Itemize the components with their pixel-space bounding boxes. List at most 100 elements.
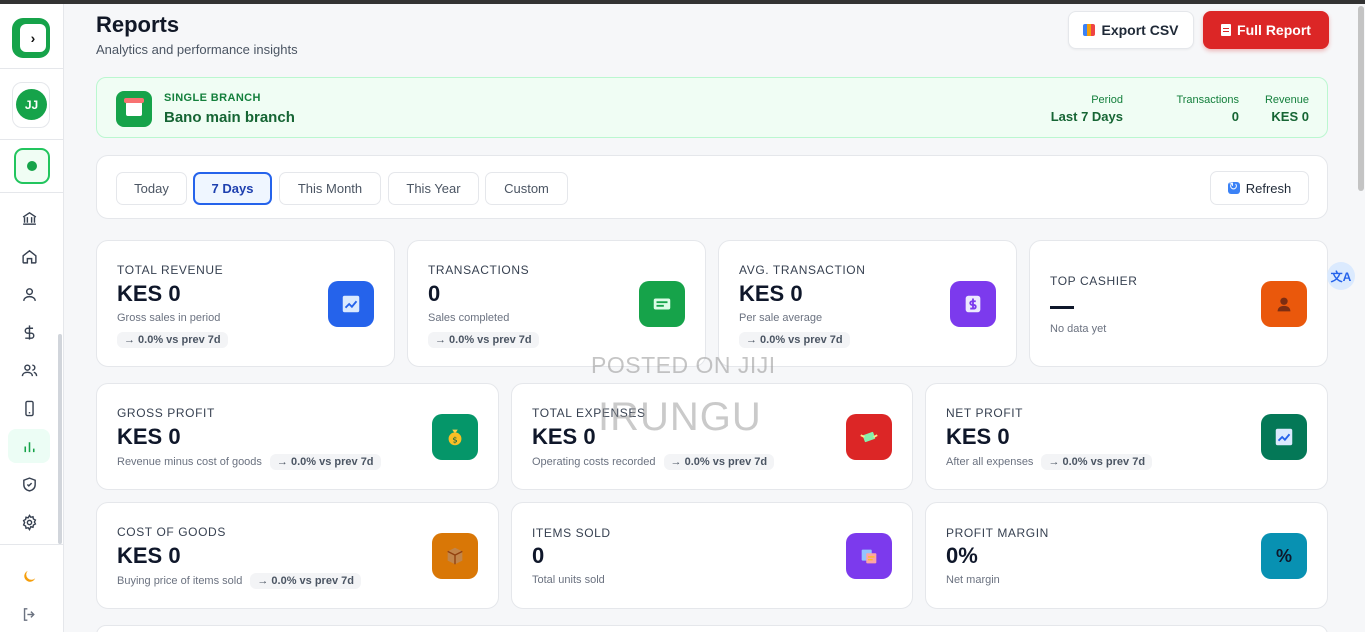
stat-card-profit-margin: PROFIT MARGIN 0% Net margin % xyxy=(925,502,1328,609)
card-subtitle: No data yet xyxy=(1050,323,1107,335)
card-value: 0% xyxy=(946,543,978,568)
stat-card-transactions: TRANSACTIONS 0 Sales completed → 0.0% vs… xyxy=(407,240,706,367)
package-icon xyxy=(432,533,478,579)
card-subtitle: Sales completed xyxy=(428,312,510,324)
export-csv-button[interactable]: Export CSV xyxy=(1068,11,1194,49)
refresh-button[interactable]: Refresh xyxy=(1210,171,1309,205)
dollar-icon xyxy=(24,324,34,340)
sidebar-item-home[interactable] xyxy=(8,239,50,273)
card-label: NET PROFIT xyxy=(946,406,1024,420)
sidebar-item-settings[interactable] xyxy=(8,505,50,539)
card-label: COST OF GOODS xyxy=(117,525,226,539)
bank-icon xyxy=(22,211,36,225)
branch-stat-transactions: Transactions 0 xyxy=(1176,94,1239,124)
trend-badge: → 0.0% vs prev 7d xyxy=(663,454,775,470)
branch-tag: SINGLE BRANCH xyxy=(164,92,261,104)
refresh-label: Refresh xyxy=(1245,180,1292,196)
logout-button[interactable] xyxy=(8,597,50,631)
sidebar-toggle-button[interactable]: › xyxy=(12,18,50,58)
trend-badge: → 0.0% vs prev 7d xyxy=(250,573,361,589)
trend-up-icon xyxy=(328,281,374,327)
filter-this-year[interactable]: This Year xyxy=(388,172,479,205)
branch-banner: SINGLE BRANCH Bano main branch Period La… xyxy=(96,77,1328,138)
card-label: TRANSACTIONS xyxy=(428,263,530,277)
card-value: KES 0 xyxy=(946,424,1010,449)
refresh-icon xyxy=(1227,180,1240,194)
stat-value: Last 7 Days xyxy=(1050,109,1123,124)
card-label: GROSS PROFIT xyxy=(117,406,215,420)
stat-card-net-profit: NET PROFIT KES 0 After all expenses → 0.… xyxy=(925,383,1328,490)
card-value: KES 0 xyxy=(117,543,181,568)
trend-badge: → 0.0% vs prev 7d xyxy=(117,332,228,348)
online-status-button[interactable] xyxy=(14,148,50,184)
theme-toggle-button[interactable] xyxy=(8,559,50,593)
person-icon xyxy=(1261,281,1307,327)
card-value: KES 0 xyxy=(117,281,181,306)
boxes-icon xyxy=(846,533,892,579)
sidebar-item-security[interactable] xyxy=(8,467,50,501)
sidebar-item-devices[interactable] xyxy=(8,391,50,425)
filter-today[interactable]: Today xyxy=(116,172,187,205)
home-icon xyxy=(21,249,37,264)
shield-icon xyxy=(22,476,36,492)
branch-name: Bano main branch xyxy=(164,109,295,126)
page-scrollbar[interactable] xyxy=(1358,6,1364,191)
export-csv-label: Export CSV xyxy=(1101,22,1179,38)
sidebar-item-profile[interactable] xyxy=(8,277,50,311)
filter-custom[interactable]: Custom xyxy=(485,172,568,205)
card-value: KES 0 xyxy=(532,424,596,449)
card-label: PROFIT MARGIN xyxy=(946,526,1049,540)
chevron-right-icon: › xyxy=(20,24,46,52)
card-value: 0 xyxy=(428,281,441,306)
page-title: Reports xyxy=(96,12,180,37)
svg-text:$: $ xyxy=(452,435,457,445)
sidebar-item-sales[interactable] xyxy=(8,315,50,349)
mobile-icon xyxy=(24,400,34,416)
sidebar-item-reports[interactable] xyxy=(8,429,50,463)
card-subtitle: Buying price of items sold xyxy=(117,575,243,587)
stat-card-gross-profit: GROSS PROFIT KES 0 Revenue minus cost of… xyxy=(96,383,499,490)
branch-stat-revenue: Revenue KES 0 xyxy=(1265,94,1309,124)
card-subtitle: Revenue minus cost of goods xyxy=(117,456,262,468)
translate-icon[interactable]: 文A xyxy=(1327,262,1355,290)
user-icon xyxy=(22,287,36,301)
document-icon xyxy=(1221,24,1232,36)
sidebar-item-users[interactable] xyxy=(8,353,50,387)
card-label: ITEMS SOLD xyxy=(532,526,611,540)
card-subtitle: After all expenses xyxy=(946,456,1034,468)
trend-badge: → 0.0% vs prev 7d xyxy=(739,332,850,348)
sidebar-item-branches[interactable] xyxy=(8,201,50,235)
card-label: AVG. TRANSACTION xyxy=(739,263,866,277)
sidebar-divider xyxy=(0,139,64,140)
users-icon xyxy=(21,363,37,376)
watermark-text: IRUNGU xyxy=(598,395,762,439)
card-subtitle: Per sale average xyxy=(739,312,823,324)
status-dot-icon xyxy=(27,161,37,171)
next-section-card xyxy=(96,625,1328,632)
full-report-button[interactable]: Full Report xyxy=(1203,11,1329,49)
user-avatar-button[interactable]: JJ xyxy=(12,82,50,128)
stat-label: Period xyxy=(1091,94,1123,106)
stat-label: Revenue xyxy=(1264,94,1309,106)
sidebar-divider xyxy=(0,192,64,193)
stat-card-cost-of-goods: COST OF GOODS KES 0 Buying price of item… xyxy=(96,502,499,609)
percent-icon: % xyxy=(1261,533,1307,579)
page-subtitle: Analytics and performance insights xyxy=(96,42,298,57)
stat-card-avg-transaction: AVG. TRANSACTION KES 0 Per sale average … xyxy=(718,240,1017,367)
money-wings-icon xyxy=(846,414,892,460)
stat-card-top-cashier: TOP CASHIER No data yet xyxy=(1029,240,1328,367)
moon-icon xyxy=(23,570,35,582)
card-subtitle: Net margin xyxy=(946,574,1000,586)
card-subtitle: Total units sold xyxy=(532,574,605,586)
sidebar: › JJ xyxy=(0,4,64,632)
filter-7-days[interactable]: 7 Days xyxy=(193,172,272,205)
watermark-text: POSTED ON JIJI xyxy=(591,352,776,378)
card-subtitle: Gross sales in period xyxy=(117,312,221,324)
filter-this-month[interactable]: This Month xyxy=(279,172,381,205)
empty-value-dash xyxy=(1050,306,1074,309)
stat-label: Transactions xyxy=(1176,94,1239,106)
card-value: KES 0 xyxy=(117,424,181,449)
sidebar-scrollbar[interactable] xyxy=(58,334,62,544)
stat-value: 0 xyxy=(1231,109,1239,124)
sidebar-divider xyxy=(0,68,64,69)
